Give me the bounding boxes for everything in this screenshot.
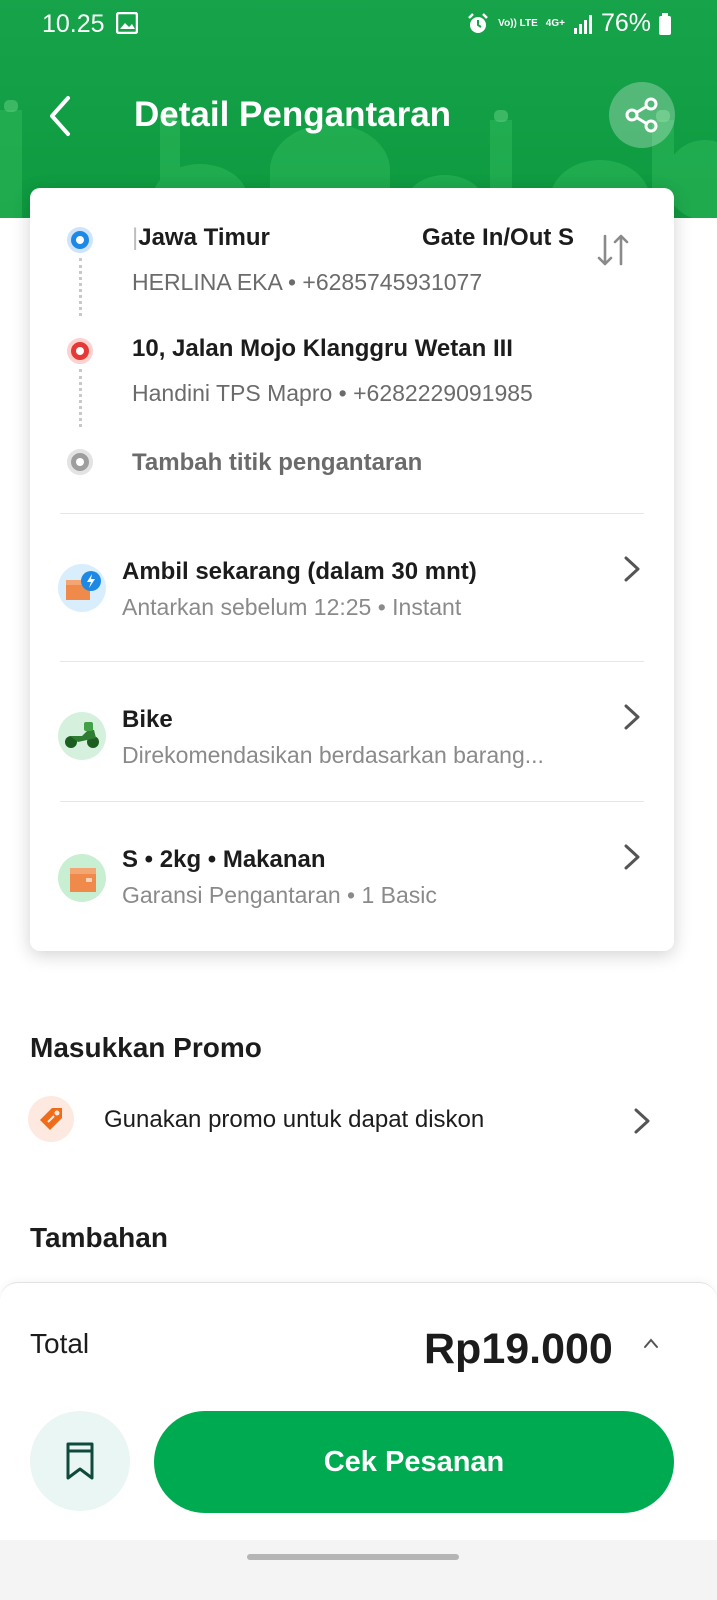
signal-icon	[573, 14, 592, 34]
dropoff-dot-icon	[67, 338, 93, 364]
add-stop-button[interactable]: Tambah titik pengantaran	[132, 449, 422, 477]
pickup-time-title: Ambil sekarang (dalam 30 mnt)	[122, 558, 477, 585]
pickup-address-right[interactable]: Gate In/Out S	[422, 224, 578, 252]
vehicle-option[interactable]: Bike Direkomendasikan berdasarkan barang…	[30, 664, 674, 794]
chevron-up-icon[interactable]	[640, 1335, 662, 1351]
total-value[interactable]: Rp19.000	[424, 1325, 613, 1374]
divider	[60, 513, 644, 514]
check-order-button[interactable]: Cek Pesanan	[154, 1411, 674, 1513]
network-4g-indicator: 4G+	[545, 17, 565, 29]
order-summary-sheet: Total Rp19.000 Cek Pesanan	[0, 1282, 717, 1540]
share-button[interactable]	[609, 82, 675, 148]
pickup-address-left[interactable]: |Jawa Timur	[132, 224, 292, 252]
motorbike-icon	[58, 712, 106, 760]
delivery-detail-card: |Jawa Timur Gate In/Out S HERLINA EKA • …	[30, 188, 674, 951]
promo-heading: Masukkan Promo	[30, 1032, 262, 1063]
gallery-notification-icon	[116, 12, 138, 34]
divider	[60, 661, 644, 662]
bookmark-icon	[66, 1442, 94, 1480]
status-time: 10.25	[42, 10, 105, 38]
pickup-time-option[interactable]: Ambil sekarang (dalam 30 mnt) Antarkan s…	[30, 516, 674, 646]
dropoff-address[interactable]: 10, Jalan Mojo Klanggru Wetan III	[132, 335, 513, 363]
divider	[60, 801, 644, 802]
volte-indicator: Vo)) LTE	[498, 17, 538, 29]
swap-arrows-icon	[597, 234, 629, 266]
vehicle-subtitle: Direkomendasikan berdasarkan barang...	[122, 742, 544, 768]
route-connector	[79, 369, 82, 427]
package-subtitle: Garansi Pengantaran • 1 Basic	[122, 882, 437, 908]
home-indicator[interactable]	[247, 1554, 459, 1560]
battery-icon	[659, 12, 671, 35]
chevron-right-icon	[624, 704, 640, 730]
pickup-time-subtitle: Antarkan sebelum 12:25 • Instant	[122, 594, 462, 620]
share-icon	[625, 97, 658, 133]
package-title: S • 2kg • Makanan	[122, 846, 326, 873]
package-option[interactable]: S • 2kg • Makanan Garansi Pengantaran • …	[30, 804, 674, 934]
pickup-dot-icon	[67, 227, 93, 253]
promo-text: Gunakan promo untuk dapat diskon	[104, 1106, 485, 1133]
battery-percent: 76%	[600, 9, 651, 37]
promo-row[interactable]: Gunakan promo untuk dapat diskon	[0, 1088, 717, 1158]
save-address-button[interactable]	[30, 1411, 130, 1511]
page-title: Detail Pengantaran	[134, 95, 452, 134]
pickup-contact: HERLINA EKA • +6285745931077	[132, 269, 483, 295]
status-icons: Vo)) LTE 4G+ 76%	[466, 9, 671, 38]
total-label: Total	[30, 1328, 90, 1359]
swap-route-button[interactable]	[593, 230, 633, 270]
package-icon	[58, 854, 106, 902]
system-navigation-bar	[0, 1540, 717, 1600]
dropoff-contact: Handini TPS Mapro • +6282229091985	[132, 380, 533, 406]
back-button[interactable]	[40, 92, 84, 140]
arrow-left-icon	[50, 96, 70, 136]
instant-box-icon	[58, 564, 106, 612]
route-connector	[79, 258, 82, 316]
add-stop-dot-icon	[67, 449, 93, 475]
promo-tag-icon	[28, 1096, 74, 1142]
extras-heading: Tambahan	[30, 1222, 168, 1253]
header: 10.25 Vo)) LTE 4G+ 76% Detail Pengantara…	[0, 0, 717, 218]
chevron-right-icon	[624, 556, 640, 582]
alarm-icon	[468, 12, 489, 33]
chevron-right-icon	[624, 844, 640, 870]
status-bar: 10.25 Vo)) LTE 4G+ 76%	[0, 0, 717, 48]
vehicle-title: Bike	[122, 706, 173, 733]
chevron-right-icon	[634, 1108, 650, 1134]
